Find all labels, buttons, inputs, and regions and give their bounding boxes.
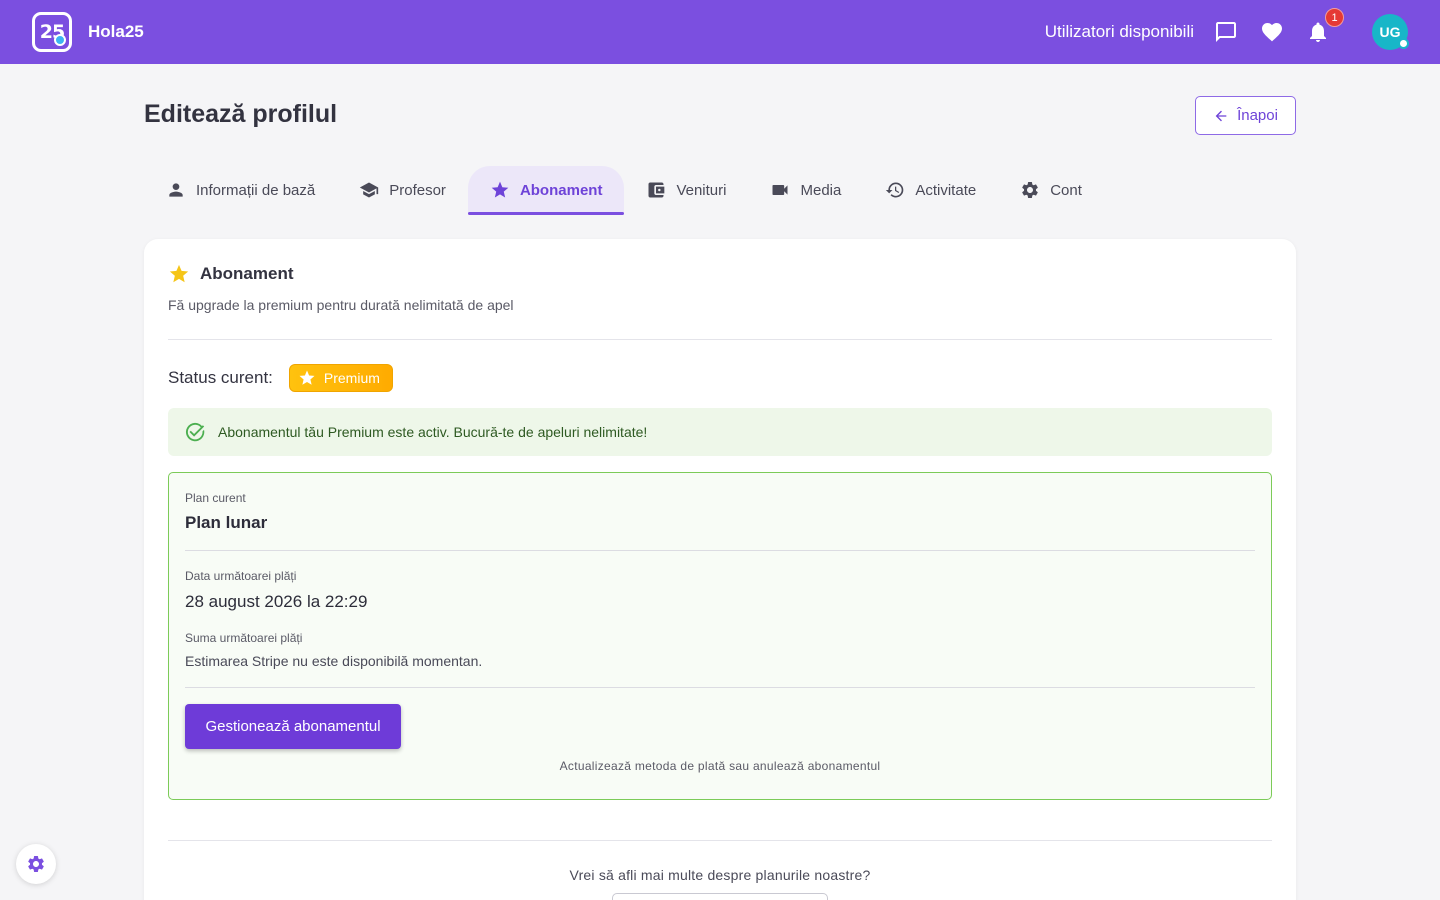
status-row: Status curent: Premium — [168, 364, 393, 392]
success-alert: Abonamentul tău Premium este activ. Bucu… — [168, 408, 1272, 456]
next-payment-amount-value: Estimarea Stripe nu este disponibilă mom… — [185, 653, 483, 669]
divider — [168, 840, 1272, 841]
graduation-cap-icon — [360, 182, 379, 198]
app-logo[interactable]: 25 — [32, 12, 72, 52]
settings-fab[interactable] — [16, 844, 56, 884]
tab-earnings[interactable]: Venituri — [624, 166, 748, 214]
premium-label: Premium — [323, 370, 380, 386]
premium-status-badge: Premium — [288, 364, 393, 392]
tab-media[interactable]: Media — [748, 166, 863, 214]
tab-label: Abonament — [519, 181, 603, 199]
divider — [185, 550, 1255, 551]
tab-basic-info[interactable]: Informații de bază — [144, 166, 337, 214]
plan-label: Plan curent — [185, 491, 246, 505]
tab-label: Venituri — [676, 181, 727, 199]
view-plans-button[interactable] — [612, 893, 828, 900]
next-payment-date-value: 28 august 2026 la 22:29 — [185, 592, 368, 611]
notification-badge: 1 — [1325, 8, 1344, 27]
alert-text: Abonamentul tău Premium este activ. Bucu… — [218, 424, 648, 440]
tab-label: Informații de bază — [196, 181, 316, 199]
tab-account[interactable]: Cont — [998, 166, 1104, 214]
page-title: Editează profilul — [144, 100, 338, 128]
brand-name[interactable]: Hola25 — [88, 22, 144, 42]
avatar-initials: UG — [1379, 24, 1401, 40]
status-label: Status curent: — [168, 368, 273, 387]
profile-tabs: Informații de bază Profesor Abonament Ve… — [144, 166, 1104, 216]
divider — [185, 687, 1255, 688]
gear-icon — [1022, 182, 1038, 198]
card-title: Abonament — [200, 264, 294, 283]
tab-label: Media — [800, 181, 842, 199]
next-payment-date-label: Data următoarei plăți — [185, 569, 297, 583]
tab-label: Cont — [1050, 181, 1082, 199]
manage-subscription-button[interactable]: Gestionează abonamentul — [185, 704, 401, 749]
back-button[interactable]: Înapoi — [1195, 96, 1296, 135]
card-header: Abonament — [168, 263, 294, 285]
manage-note: Actualizează metoda de plată sau anuleaz… — [559, 759, 881, 773]
bell-icon[interactable]: 1 — [1306, 8, 1344, 44]
tab-label: Activitate — [915, 181, 977, 199]
tab-activity[interactable]: Activitate — [863, 166, 998, 214]
chat-icon[interactable] — [1214, 20, 1238, 44]
current-plan-box: Plan curent Plan lunar Data următoarei p… — [168, 472, 1272, 800]
tab-teacher[interactable]: Profesor — [337, 166, 468, 214]
plan-value: Plan lunar — [185, 513, 268, 532]
next-payment-amount-label: Suma următoarei plăți — [185, 631, 303, 645]
star-icon — [491, 181, 509, 198]
available-users-link[interactable]: Utilizatori disponibili — [1045, 22, 1194, 42]
video-camera-icon — [772, 185, 788, 195]
card-subtitle: Fă upgrade la premium pentru durată neli… — [168, 297, 514, 313]
subscription-card: Abonament Fă upgrade la premium pentru d… — [144, 239, 1296, 900]
divider — [168, 339, 1272, 340]
heart-icon[interactable] — [1260, 20, 1284, 44]
star-icon — [169, 264, 189, 283]
history-icon — [886, 182, 904, 198]
person-icon — [169, 183, 183, 197]
logo-dot — [54, 34, 66, 46]
top-app-bar: 25 Hola25 Utilizatori disponibili 1 UG — [0, 0, 1440, 64]
check-circle-icon — [185, 422, 205, 442]
more-info-text: Vrei să afli mai multe despre planurile … — [569, 867, 871, 883]
wallet-icon — [648, 182, 665, 198]
back-button-label: Înapoi — [1237, 107, 1278, 124]
gear-icon — [28, 856, 44, 872]
online-indicator — [1398, 38, 1409, 49]
arrow-left-icon — [1215, 110, 1227, 121]
tab-label: Profesor — [389, 181, 446, 199]
user-avatar[interactable]: UG — [1372, 14, 1409, 50]
star-icon — [299, 370, 315, 385]
tab-subscription[interactable]: Abonament — [467, 166, 625, 215]
